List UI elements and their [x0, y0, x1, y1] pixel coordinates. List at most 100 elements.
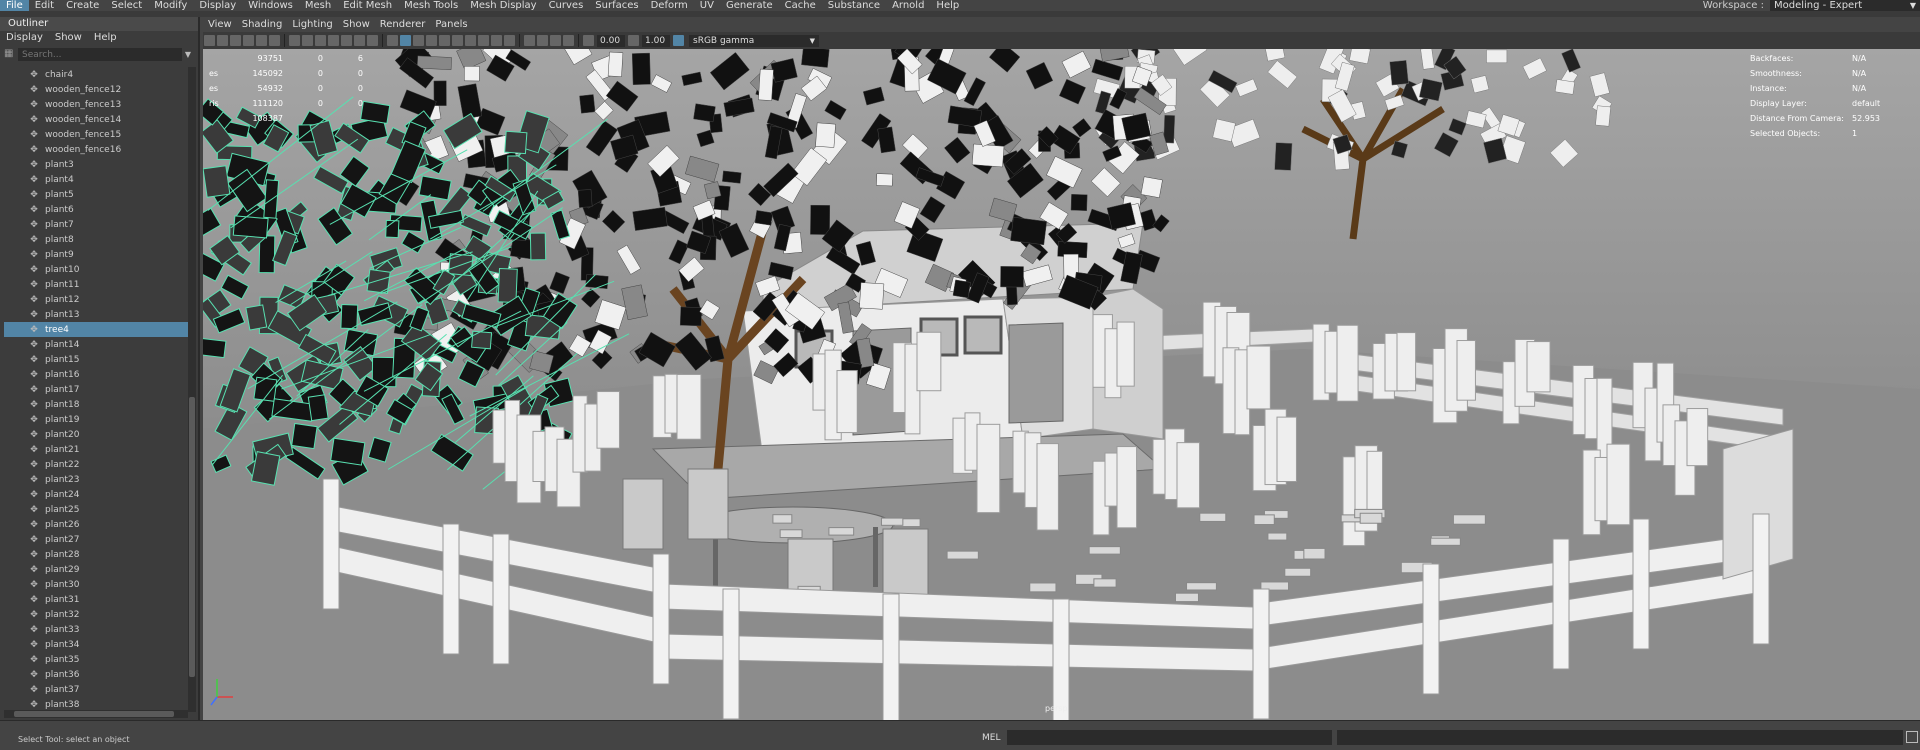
outliner-item[interactable]: ✥ plant5: [4, 187, 188, 202]
color-space-dropdown[interactable]: sRGB gamma ▼: [689, 34, 819, 47]
outliner-menu-help[interactable]: Help: [94, 31, 117, 45]
outliner-item[interactable]: ✥ plant32: [4, 607, 188, 622]
outliner-item[interactable]: ✥ plant26: [4, 517, 188, 532]
outliner-item[interactable]: ✥ wooden_fence12: [4, 82, 188, 97]
exposure-field[interactable]: 0.00: [597, 34, 625, 47]
2d-pan-zoom-icon[interactable]: [256, 35, 267, 46]
workspace-dropdown[interactable]: Modeling - Expert ▼: [1770, 0, 1920, 11]
depth-of-field-icon[interactable]: [504, 35, 515, 46]
outliner-item[interactable]: ✥ wooden_fence16: [4, 142, 188, 157]
menu-mesh-tools[interactable]: Mesh Tools: [398, 0, 464, 11]
outliner-item[interactable]: ✥ plant36: [4, 667, 188, 682]
outliner-item[interactable]: ✥ plant28: [4, 547, 188, 562]
menu-create[interactable]: Create: [60, 0, 105, 11]
outliner-item[interactable]: ✥ plant13: [4, 307, 188, 322]
xray-components-icon[interactable]: [563, 35, 574, 46]
outliner-item[interactable]: ✥ plant6: [4, 202, 188, 217]
isolate-select-icon[interactable]: [524, 35, 535, 46]
script-editor-icon[interactable]: [1906, 731, 1918, 743]
filter-icon[interactable]: ▦: [4, 48, 18, 61]
menu-deform[interactable]: Deform: [645, 0, 694, 11]
outliner-item[interactable]: ✥ plant10: [4, 262, 188, 277]
chevron-down-icon[interactable]: ▼: [182, 50, 194, 59]
outliner-item[interactable]: ✥ plant27: [4, 532, 188, 547]
outliner-item[interactable]: ✥ chair4: [4, 67, 188, 82]
outliner-item[interactable]: ✥ plant22: [4, 457, 188, 472]
outliner-vscrollbar[interactable]: [188, 67, 196, 712]
scroll-thumb[interactable]: [189, 397, 195, 677]
mel-language-toggle[interactable]: MEL: [982, 733, 1000, 743]
outliner-item[interactable]: ✥ plant3: [4, 157, 188, 172]
outliner-item[interactable]: ✥ plant12: [4, 292, 188, 307]
outliner-item[interactable]: ✥ plant4: [4, 172, 188, 187]
textured-icon[interactable]: [426, 35, 437, 46]
anti-aliasing-icon[interactable]: [491, 35, 502, 46]
grease-pencil-icon[interactable]: [269, 35, 280, 46]
gamma-field[interactable]: 1.00: [642, 34, 670, 47]
field-chart-icon[interactable]: [341, 35, 352, 46]
menu-edit[interactable]: Edit: [29, 0, 60, 11]
outliner-item[interactable]: ✥ plant33: [4, 622, 188, 637]
outliner-hscrollbar[interactable]: [4, 710, 188, 718]
outliner-menu-display[interactable]: Display: [6, 31, 43, 45]
shadows-icon[interactable]: [452, 35, 463, 46]
outliner-item[interactable]: ✥ plant19: [4, 412, 188, 427]
outliner-item[interactable]: ✥ plant29: [4, 562, 188, 577]
image-plane-icon[interactable]: [243, 35, 254, 46]
outliner-item[interactable]: ✥ wooden_fence15: [4, 127, 188, 142]
screen-space-ao-icon[interactable]: [465, 35, 476, 46]
smooth-shade-icon[interactable]: [400, 35, 411, 46]
safe-title-icon[interactable]: [367, 35, 378, 46]
menu-display[interactable]: Display: [193, 0, 242, 11]
menu-help[interactable]: Help: [930, 0, 965, 11]
color-management-icon[interactable]: [673, 35, 684, 46]
menu-mesh[interactable]: Mesh: [299, 0, 337, 11]
scroll-thumb[interactable]: [14, 711, 174, 717]
viewport-menu-show[interactable]: Show: [338, 19, 375, 30]
xray-joints-icon[interactable]: [550, 35, 561, 46]
safe-action-icon[interactable]: [354, 35, 365, 46]
gate-mask-icon[interactable]: [328, 35, 339, 46]
command-line-input[interactable]: [1007, 730, 1332, 745]
outliner-item[interactable]: ✥ plant21: [4, 442, 188, 457]
menu-surfaces[interactable]: Surfaces: [589, 0, 644, 11]
outliner-item[interactable]: ✥ plant24: [4, 487, 188, 502]
xray-icon[interactable]: [537, 35, 548, 46]
gamma-icon[interactable]: [628, 35, 639, 46]
menu-curves[interactable]: Curves: [543, 0, 590, 11]
grid-icon[interactable]: [289, 35, 300, 46]
menu-substance[interactable]: Substance: [822, 0, 886, 11]
outliner-item[interactable]: ✥ plant35: [4, 652, 188, 667]
menu-mesh-display[interactable]: Mesh Display: [464, 0, 542, 11]
menu-windows[interactable]: Windows: [242, 0, 299, 11]
outliner-item[interactable]: ✥ tree4: [4, 322, 188, 337]
menu-modify[interactable]: Modify: [148, 0, 193, 11]
motion-blur-icon[interactable]: [478, 35, 489, 46]
default-material-icon[interactable]: [413, 35, 424, 46]
outliner-item[interactable]: ✥ plant16: [4, 367, 188, 382]
outliner-item[interactable]: ✥ plant14: [4, 337, 188, 352]
viewport-menu-renderer[interactable]: Renderer: [375, 19, 431, 30]
resolution-gate-icon[interactable]: [315, 35, 326, 46]
outliner-item[interactable]: ✥ plant23: [4, 472, 188, 487]
use-all-lights-icon[interactable]: [439, 35, 450, 46]
outliner-item[interactable]: ✥ plant31: [4, 592, 188, 607]
outliner-item[interactable]: ✥ plant7: [4, 217, 188, 232]
outliner-item[interactable]: ✥ wooden_fence14: [4, 112, 188, 127]
outliner-item[interactable]: ✥ wooden_fence13: [4, 97, 188, 112]
menu-arnold[interactable]: Arnold: [886, 0, 930, 11]
menu-cache[interactable]: Cache: [779, 0, 822, 11]
viewport-menu-lighting[interactable]: Lighting: [287, 19, 337, 30]
outliner-item[interactable]: ✥ plant8: [4, 232, 188, 247]
outliner-item[interactable]: ✥ plant18: [4, 397, 188, 412]
outliner-menu-show[interactable]: Show: [55, 31, 82, 45]
outliner-item[interactable]: ✥ plant37: [4, 682, 188, 697]
film-gate-icon[interactable]: [302, 35, 313, 46]
outliner-item[interactable]: ✥ plant11: [4, 277, 188, 292]
exposure-icon[interactable]: [583, 35, 594, 46]
menu-file[interactable]: File: [0, 0, 29, 11]
bookmark-icon[interactable]: [230, 35, 241, 46]
menu-generate[interactable]: Generate: [720, 0, 779, 11]
outliner-item[interactable]: ✥ plant30: [4, 577, 188, 592]
viewport-menu-panels[interactable]: Panels: [430, 19, 472, 30]
